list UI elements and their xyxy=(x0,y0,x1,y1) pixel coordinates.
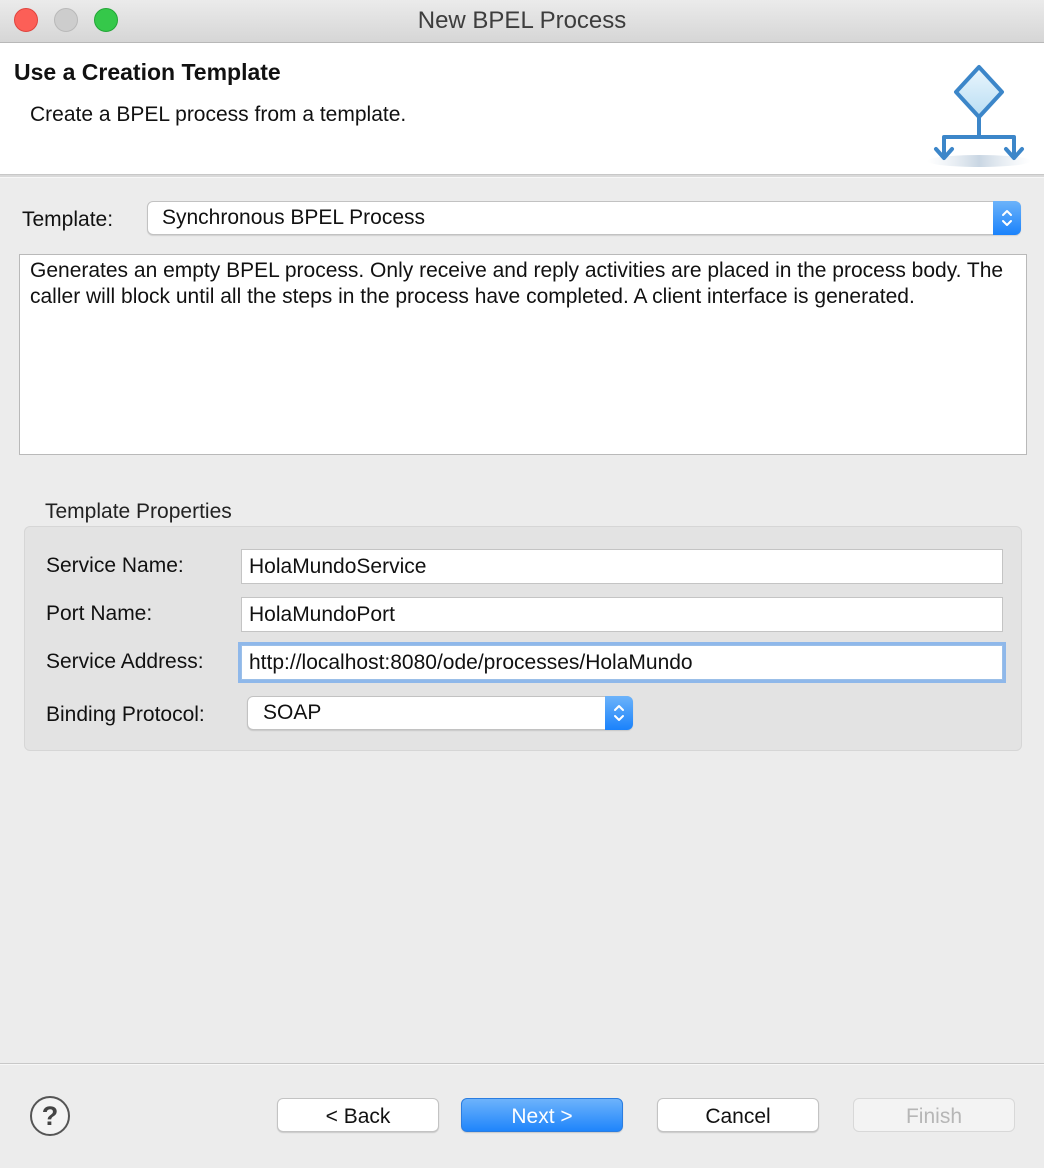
page-title: Use a Creation Template xyxy=(14,59,281,85)
finish-button[interactable]: Finish xyxy=(853,1098,1015,1132)
wizard-window: New BPEL Process Use a Creation Template… xyxy=(0,0,1044,1168)
select-arrows-icon xyxy=(605,696,633,730)
cancel-button[interactable]: Cancel xyxy=(657,1098,819,1132)
footer-separator xyxy=(0,1063,1044,1065)
template-select[interactable]: Synchronous BPEL Process xyxy=(147,201,1021,235)
binding-protocol-select[interactable]: SOAP xyxy=(247,696,633,730)
binding-protocol-label: Binding Protocol: xyxy=(46,703,205,726)
help-icon[interactable]: ? xyxy=(30,1096,70,1136)
service-name-field[interactable] xyxy=(241,549,1003,584)
template-description: Generates an empty BPEL process. Only re… xyxy=(19,254,1027,455)
select-arrows-icon xyxy=(993,201,1021,235)
header-separator xyxy=(0,175,1044,178)
template-select-value: Synchronous BPEL Process xyxy=(162,206,426,229)
wizard-header: Use a Creation Template Create a BPEL pr… xyxy=(0,43,1044,175)
template-label: Template: xyxy=(22,208,114,231)
next-button[interactable]: Next > xyxy=(461,1098,623,1132)
back-button[interactable]: < Back xyxy=(277,1098,439,1132)
port-name-field[interactable] xyxy=(241,597,1003,632)
port-name-label: Port Name: xyxy=(46,602,153,625)
bpel-process-diagram-icon xyxy=(927,65,1031,167)
page-description: Create a BPEL process from a template. xyxy=(30,103,407,126)
service-name-label: Service Name: xyxy=(46,554,184,577)
service-address-label: Service Address: xyxy=(46,650,204,673)
service-address-field[interactable] xyxy=(241,645,1003,680)
title-bar: New BPEL Process xyxy=(0,0,1044,43)
window-title: New BPEL Process xyxy=(417,7,627,34)
binding-protocol-value: SOAP xyxy=(263,701,322,724)
template-properties-title: Template Properties xyxy=(45,500,232,523)
